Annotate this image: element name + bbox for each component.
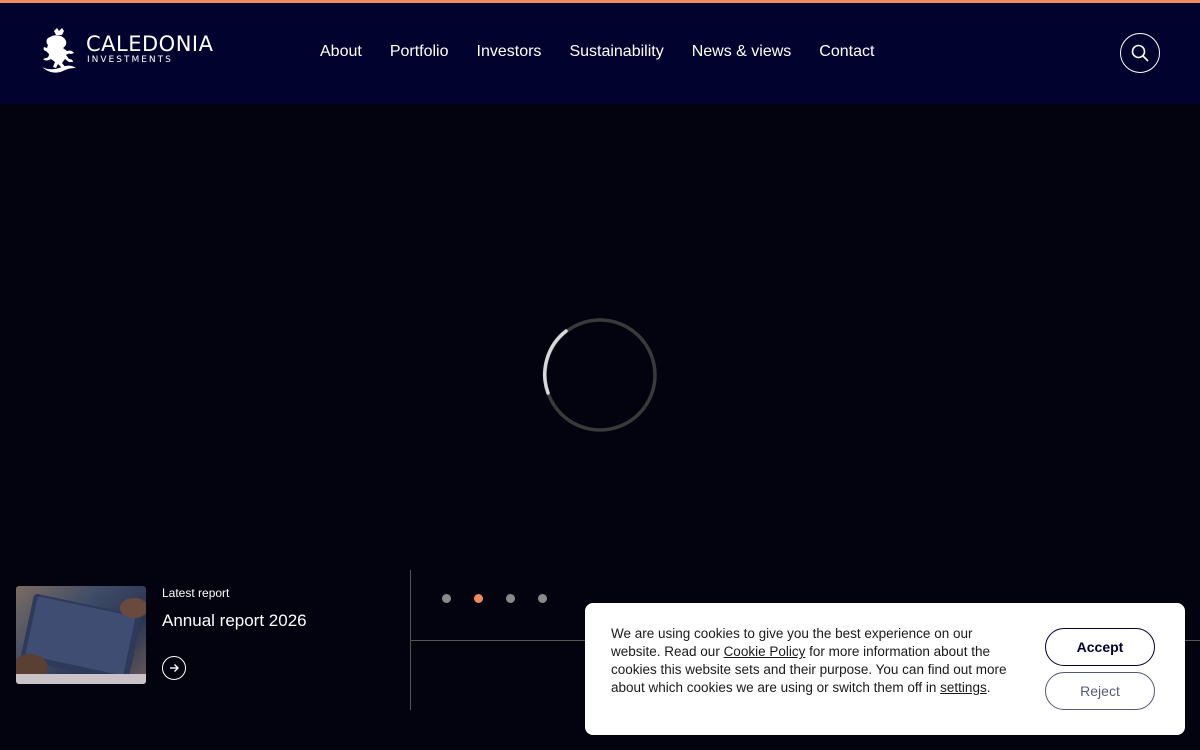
report-open-button[interactable] — [162, 656, 186, 680]
site-logo[interactable]: CALEDONIA INVESTMENTS — [40, 27, 215, 73]
carousel-dot-1[interactable] — [442, 594, 451, 603]
carousel-dot-2[interactable] — [474, 594, 483, 603]
carousel-dot-3[interactable] — [506, 594, 515, 603]
accept-cookies-button[interactable]: Accept — [1045, 628, 1155, 666]
brand-subtitle: INVESTMENTS — [87, 55, 173, 65]
report-title[interactable]: Annual report 2026 — [162, 611, 307, 631]
nav-item-investors[interactable]: Investors — [477, 43, 542, 61]
cookie-banner: We are using cookies to give you the bes… — [585, 603, 1185, 735]
lion-crest-icon — [42, 28, 76, 73]
latest-report-card[interactable]: Latest report Annual report 2026 — [0, 570, 410, 710]
main-nav: About Portfolio Investors Sustainability… — [320, 43, 902, 61]
carousel-dot-4[interactable] — [538, 594, 547, 603]
nav-item-about[interactable]: About — [320, 43, 362, 61]
search-icon — [1131, 44, 1149, 62]
cookie-message: We are using cookies to give you the bes… — [611, 626, 1007, 695]
site-header: CALEDONIA INVESTMENTS About Portfolio In… — [0, 3, 1200, 104]
search-button[interactable] — [1120, 33, 1160, 73]
report-kicker: Latest report — [162, 586, 230, 600]
reject-cookies-button[interactable]: Reject — [1045, 672, 1155, 710]
arrow-right-icon — [170, 664, 179, 672]
brand-name: CALEDONIA — [86, 32, 214, 56]
nav-item-portfolio[interactable]: Portfolio — [390, 43, 449, 61]
report-cover-image — [16, 586, 146, 684]
cookie-settings-link[interactable]: settings — [940, 680, 987, 695]
nav-item-sustainability[interactable]: Sustainability — [569, 43, 663, 61]
carousel-pagination — [440, 588, 560, 610]
nav-item-news-views[interactable]: News & views — [692, 43, 792, 61]
nav-item-contact[interactable]: Contact — [819, 43, 874, 61]
cookie-policy-link[interactable]: Cookie Policy — [724, 644, 806, 659]
loading-spinner-icon — [543, 318, 657, 432]
